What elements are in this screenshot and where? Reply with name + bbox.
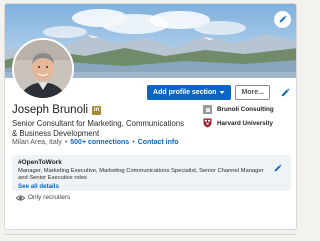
more-label: More...	[241, 89, 264, 96]
company-item-harvard[interactable]: Harvard University	[203, 118, 274, 128]
edit-banner-button[interactable]	[274, 11, 291, 28]
profile-avatar[interactable]	[12, 38, 74, 100]
section-divider	[4, 234, 297, 235]
visibility-setting: Only recruiters	[16, 194, 70, 201]
harvard-shield-icon	[203, 118, 212, 128]
company-name: Brunoli Consulting	[217, 106, 274, 113]
contact-info-link[interactable]: Contact info	[138, 139, 179, 146]
profile-card: Add profile section More... Joseph Bruno…	[4, 3, 297, 230]
name-row: Joseph Brunoli in	[12, 104, 102, 116]
profile-headline: Senior Consultant for Marketing, Communi…	[12, 119, 185, 138]
profile-meta: Milan Area, Italy • 500+ connections • C…	[12, 139, 179, 146]
more-button[interactable]: More...	[235, 85, 270, 100]
open-to-work-roles: Manager, Marketing Executive, Marketing …	[18, 168, 264, 182]
eye-icon	[16, 194, 25, 201]
visibility-label: Only recruiters	[28, 194, 71, 201]
experience-summary: Brunoli Consulting Harvard University	[203, 105, 274, 128]
profile-location: Milan Area, Italy	[12, 139, 62, 146]
premium-badge-icon: in	[92, 105, 102, 115]
pencil-icon	[279, 15, 287, 23]
company-name: Harvard University	[217, 119, 273, 127]
edit-intro-button[interactable]	[280, 88, 290, 98]
pencil-icon	[274, 164, 282, 172]
caret-down-icon	[219, 91, 225, 94]
open-to-work-card[interactable]: #OpenToWork Manager, Marketing Executive…	[12, 155, 291, 191]
see-all-details-link[interactable]: See all details	[18, 183, 285, 190]
connections-link[interactable]: 500+ connections	[70, 139, 129, 146]
add-profile-section-label: Add profile section	[153, 89, 217, 96]
company-item-brunoli[interactable]: Brunoli Consulting	[203, 105, 274, 114]
pencil-icon	[281, 88, 290, 96]
add-profile-section-button[interactable]: Add profile section	[147, 85, 232, 100]
edit-open-to-work-button[interactable]	[273, 160, 282, 178]
company-square-icon	[203, 105, 212, 114]
profile-name: Joseph Brunoli	[12, 104, 89, 116]
meta-separator: •	[132, 139, 135, 146]
open-to-work-title: #OpenToWork	[18, 159, 62, 166]
profile-actions: Add profile section More...	[147, 85, 290, 100]
meta-separator: •	[64, 139, 68, 146]
